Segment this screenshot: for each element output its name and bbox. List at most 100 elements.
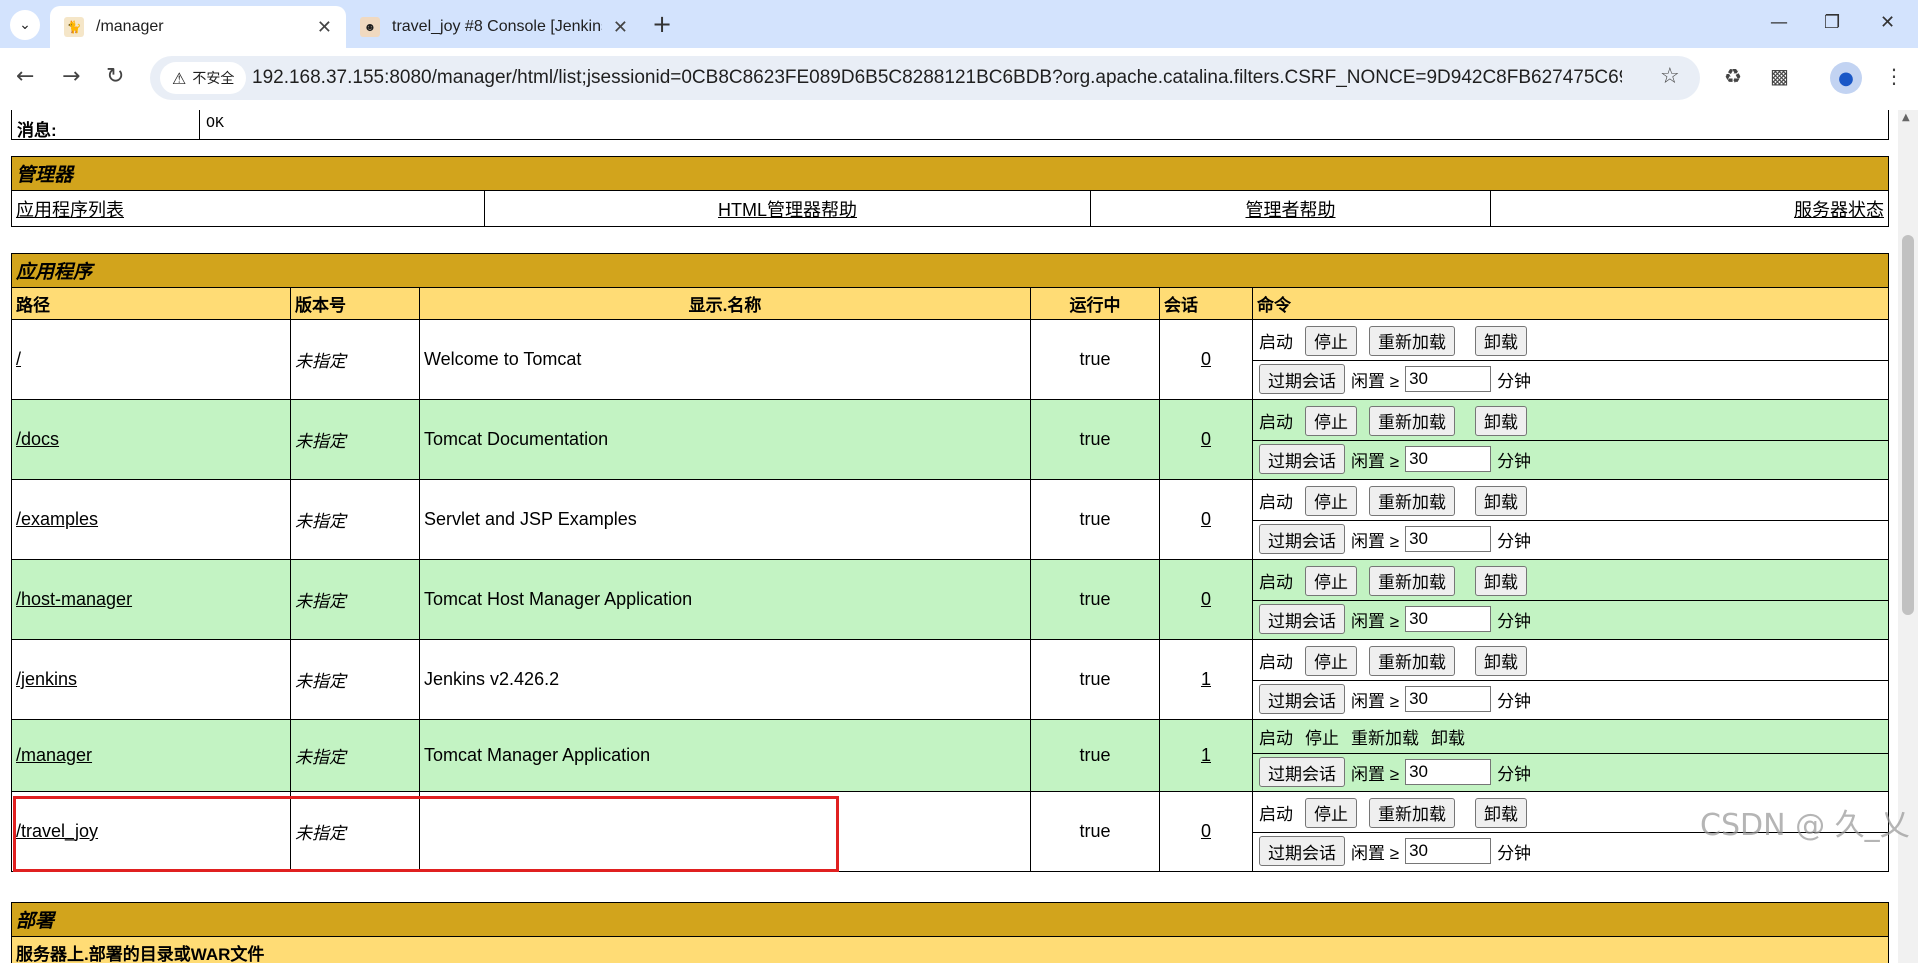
stop-button[interactable]: 停止	[1305, 645, 1357, 676]
idle-minutes-input[interactable]: 30	[1405, 366, 1492, 392]
stop-button[interactable]: 停止	[1305, 797, 1357, 828]
app-path-link[interactable]: /host-manager	[16, 589, 132, 609]
avatar[interactable]: ●	[1830, 62, 1862, 94]
stop-button[interactable]: 停止	[1305, 405, 1357, 436]
idle-minutes-input[interactable]: 30	[1405, 759, 1492, 785]
app-sessions-link[interactable]: 0	[1201, 821, 1211, 841]
app-version: 未指定	[295, 748, 346, 767]
watermark: CSDN @ 久_乂	[1700, 808, 1910, 843]
command-line-expire: 过期会话 闲置 ≥30 分钟	[1253, 519, 1888, 558]
app-sessions-link[interactable]: 0	[1201, 509, 1211, 529]
applications-title: 应用程序	[11, 253, 1889, 288]
idle-minutes-input[interactable]: 30	[1405, 526, 1492, 552]
app-path-link[interactable]: /jenkins	[16, 669, 77, 689]
app-path-link[interactable]: /manager	[16, 745, 92, 765]
expire-sessions-button[interactable]: 过期会话	[1259, 524, 1345, 554]
app-version: 未指定	[295, 824, 346, 843]
deploy-subtitle: 服务器上.部署的目录或WAR文件	[11, 936, 1889, 963]
app-sessions-link[interactable]: 0	[1201, 349, 1211, 369]
url-text[interactable]: 192.168.37.155:8080/manager/html/list;js…	[252, 67, 1622, 89]
app-path-link[interactable]: /	[16, 349, 21, 369]
expire-sessions-button[interactable]: 过期会话	[1259, 684, 1345, 714]
address-bar[interactable]: ⚠ 不安全 192.168.37.155:8080/manager/html/l…	[150, 56, 1700, 100]
link-html-manager-help[interactable]: HTML管理器帮助	[718, 200, 857, 220]
link-server-status[interactable]: 服务器状态	[1794, 200, 1884, 220]
reload-button[interactable]: 重新加载	[1369, 645, 1455, 676]
undeploy-button[interactable]: 卸载	[1475, 565, 1527, 596]
app-display-name: Tomcat Documentation	[424, 429, 609, 449]
start-label: 启动	[1259, 573, 1293, 592]
app-path-link[interactable]: /docs	[16, 429, 59, 449]
reload-button[interactable]: 重新加载	[1369, 325, 1455, 356]
close-icon[interactable]: ✕	[317, 17, 332, 38]
app-sessions-link[interactable]: 0	[1201, 589, 1211, 609]
app-running: true	[1079, 821, 1111, 841]
reload-button[interactable]: 重新加载	[1369, 405, 1455, 436]
undeploy-button[interactable]: 卸载	[1475, 797, 1527, 828]
scroll-up-icon[interactable]: ▲	[1902, 112, 1910, 123]
undeploy-button[interactable]: 卸载	[1475, 325, 1527, 356]
expire-sessions-button[interactable]: 过期会话	[1259, 444, 1345, 474]
profile-sync-icon[interactable]: ♻	[1724, 64, 1742, 88]
forward-icon[interactable]: →	[62, 64, 80, 89]
stop-button[interactable]: 停止	[1305, 325, 1357, 356]
minimize-icon[interactable]: —	[1770, 12, 1788, 33]
new-tab-icon[interactable]: +	[652, 10, 672, 38]
undeploy-button[interactable]: 卸载	[1475, 645, 1527, 676]
deploy-title: 部署	[11, 902, 1889, 937]
app-version: 未指定	[295, 592, 346, 611]
reload-button[interactable]: 重新加载	[1369, 797, 1455, 828]
menu-icon[interactable]: ⋮	[1884, 64, 1904, 88]
restore-icon[interactable]: ❐	[1824, 12, 1840, 33]
tab-manager[interactable]: 🐈 /manager ✕	[50, 6, 346, 48]
minutes-label: 分钟	[1497, 691, 1532, 711]
window-close-icon[interactable]: ✕	[1880, 12, 1895, 33]
scrollbar-thumb[interactable]	[1902, 235, 1914, 615]
undeploy-button[interactable]: 卸载	[1475, 485, 1527, 516]
tab-jenkins-console[interactable]: ☻ travel_joy #8 Console [Jenkins] ✕	[346, 6, 642, 48]
reload-button[interactable]: 重新加载	[1369, 485, 1455, 516]
idle-minutes-input[interactable]: 30	[1405, 446, 1492, 472]
reload-button[interactable]: 重新加载	[1369, 565, 1455, 596]
idle-label: 闲置 ≥	[1351, 531, 1400, 551]
app-version: 未指定	[295, 432, 346, 451]
start-label: 启动	[1259, 653, 1293, 672]
link-app-list[interactable]: 应用程序列表	[16, 200, 124, 220]
app-path-link[interactable]: /travel_joy	[16, 821, 98, 841]
idle-minutes-input[interactable]: 30	[1405, 606, 1492, 632]
reload-icon[interactable]: ↻	[106, 64, 124, 89]
bookmark-star-icon[interactable]: ☆	[1660, 64, 1680, 89]
tab-title: travel_joy #8 Console [Jenkins]	[392, 18, 602, 35]
security-label: 不安全	[192, 71, 235, 87]
expire-sessions-button[interactable]: 过期会话	[1259, 757, 1345, 787]
app-sessions-link[interactable]: 0	[1201, 429, 1211, 449]
chevron-down-icon: ⌄	[19, 17, 31, 33]
col-commands: 命令	[1252, 287, 1889, 320]
expire-sessions-button[interactable]: 过期会话	[1259, 364, 1345, 394]
back-icon[interactable]: ←	[16, 64, 34, 89]
app-display-name: Jenkins v2.426.2	[424, 669, 560, 689]
idle-minutes-input[interactable]: 30	[1405, 686, 1492, 712]
close-icon[interactable]: ✕	[613, 17, 628, 38]
app-path-link[interactable]: /examples	[16, 509, 98, 529]
idle-label: 闲置 ≥	[1351, 371, 1400, 391]
stop-button[interactable]: 停止	[1305, 565, 1357, 596]
app-sessions-link[interactable]: 1	[1201, 745, 1211, 765]
expire-sessions-button[interactable]: 过期会话	[1259, 604, 1345, 634]
link-manager-help[interactable]: 管理者帮助	[1246, 200, 1336, 220]
stop-button[interactable]: 停止	[1305, 485, 1357, 516]
tab-search-button[interactable]: ⌄	[10, 10, 40, 40]
table-row: /manager 未指定 Tomcat Manager Application tru…	[11, 719, 1889, 792]
applications-section: 应用程序 路径 版本号 显示.名称 运行中 会话 命令 / 未指定 Welcome …	[11, 253, 1889, 872]
expire-sessions-button[interactable]: 过期会话	[1259, 836, 1345, 866]
start-label: 启动	[1259, 413, 1293, 432]
idle-minutes-input[interactable]: 30	[1405, 838, 1492, 864]
app-sessions-link[interactable]: 1	[1201, 669, 1211, 689]
app-running: true	[1079, 429, 1111, 449]
app-running: true	[1079, 589, 1111, 609]
browser-toolbar: ← → ↻ ⚠ 不安全 192.168.37.155:8080/manager/…	[0, 48, 1918, 110]
app-display-name: Tomcat Manager Application	[424, 745, 651, 765]
security-chip[interactable]: ⚠ 不安全	[160, 62, 247, 94]
extensions-icon[interactable]: ▩	[1770, 64, 1789, 88]
undeploy-button[interactable]: 卸载	[1475, 405, 1527, 436]
